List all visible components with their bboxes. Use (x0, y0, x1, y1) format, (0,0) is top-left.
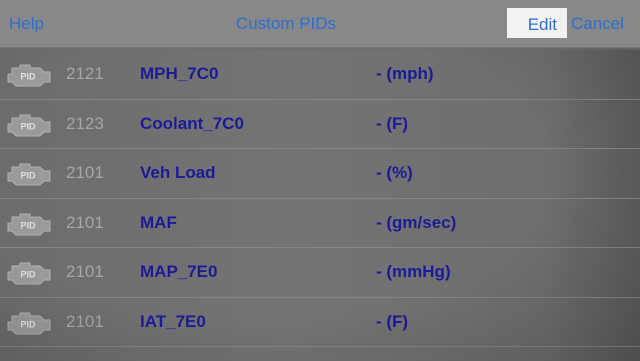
icon-label: PID (20, 319, 36, 329)
pid-name: MPH_7C0 (140, 64, 219, 83)
engine-pid-icon: PID (6, 161, 52, 187)
list-item[interactable]: PID 2101 IAT_7E0 - (F) (0, 298, 640, 347)
list-item[interactable]: PID 2123 Coolant_7C0 - (F) (0, 100, 640, 149)
pid-name: MAP_7E0 (140, 262, 218, 281)
pid-number: 2101 (66, 212, 104, 232)
pid-number: 2101 (66, 311, 104, 331)
pid-number: 2121 (66, 64, 104, 83)
pid-value-unit: - (mmHg) (376, 262, 451, 281)
pid-value-unit: - (F) (376, 113, 409, 133)
edit-button[interactable]: Edit (507, 8, 567, 38)
pid-name: Coolant_7C0 (140, 113, 244, 133)
pid-number: 2123 (66, 113, 104, 133)
pid-name: MAF (140, 212, 177, 232)
engine-pid-icon: PID (6, 260, 52, 286)
engine-pid-icon: PID (6, 211, 52, 237)
pid-list: PID 2121 MPH_7C0 - (mph) PID 2123 Coolan… (0, 50, 640, 361)
pid-value-unit: - (F) (376, 311, 409, 331)
engine-pid-icon: PID (6, 62, 52, 88)
icon-label: PID (20, 121, 36, 131)
list-item[interactable]: PID 2121 MPH_7C0 - (mph) (0, 50, 640, 100)
pid-value-unit: - (%) (376, 163, 413, 182)
engine-pid-icon: PID (6, 112, 52, 138)
pid-number: 2101 (66, 163, 104, 182)
pid-value-unit: - (mph) (376, 64, 434, 83)
navigation-bar: Help Custom PIDs Edit Cancel (0, 0, 640, 48)
page-title: Custom PIDs (235, 14, 337, 33)
list-item[interactable]: PID 2101 MAF - (gm/sec) (0, 199, 640, 248)
icon-label: PID (20, 72, 36, 82)
cancel-button[interactable]: Cancel (571, 14, 624, 34)
pid-number: 2101 (66, 262, 104, 281)
list-item[interactable]: PID 2101 MAP_7E0 - (mmHg) (0, 248, 640, 298)
engine-pid-icon: PID (6, 310, 52, 336)
pid-value-unit: - (gm/sec) (376, 212, 457, 232)
list-item[interactable]: PID 2101 Veh Load - (%) (0, 149, 640, 199)
icon-label: PID (20, 270, 36, 280)
pid-name: Veh Load (140, 163, 216, 182)
pid-name: IAT_7E0 (140, 311, 206, 331)
icon-label: PID (20, 171, 36, 181)
icon-label: PID (20, 220, 36, 230)
